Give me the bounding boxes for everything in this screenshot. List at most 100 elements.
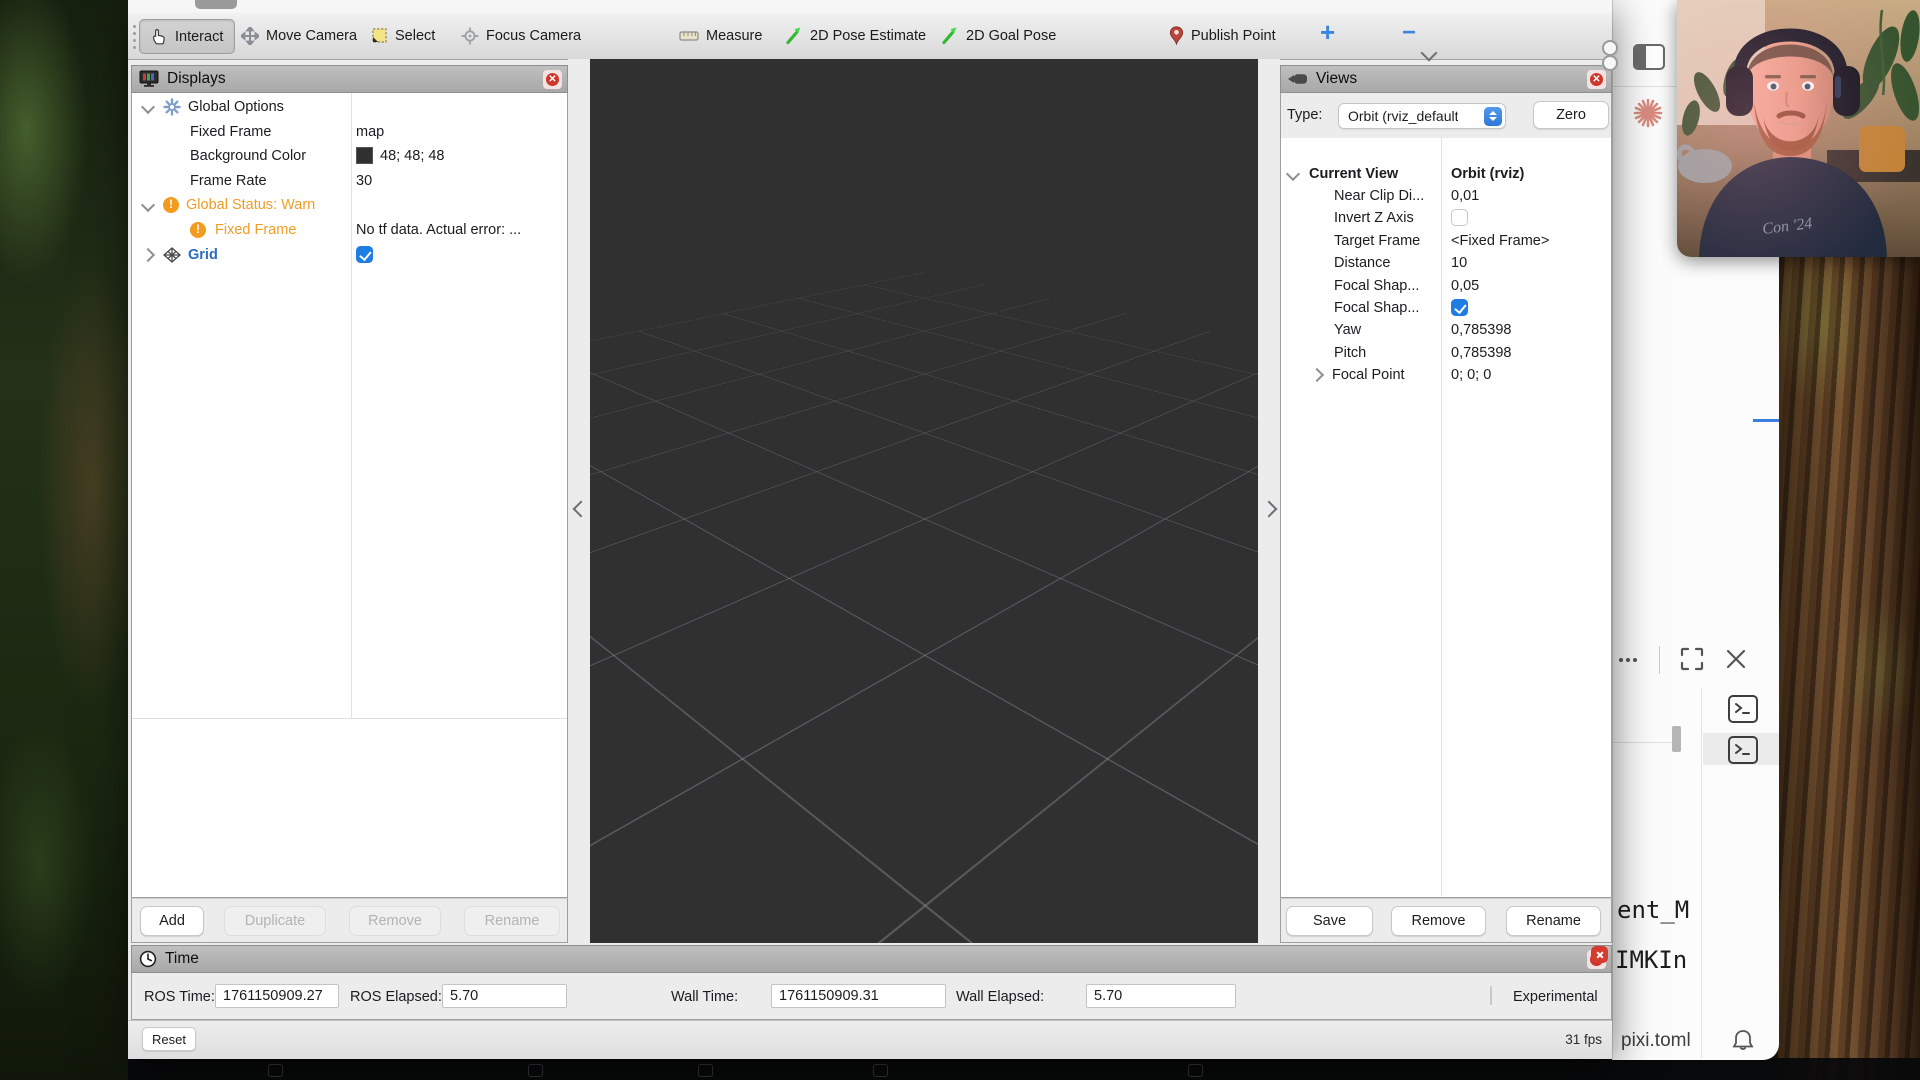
- views-value-focal-shape-size[interactable]: 0,05: [1451, 274, 1479, 297]
- remove-view-button[interactable]: Remove: [1391, 906, 1486, 936]
- window-top-strip: [128, 0, 1612, 14]
- taskbar-icon[interactable]: [268, 1064, 283, 1077]
- displays-close-button[interactable]: ✕: [543, 70, 562, 89]
- views-type-row: Type: Orbit (rviz_default Zero: [1280, 93, 1612, 138]
- terminal-icon[interactable]: [1728, 736, 1758, 764]
- displays-panel-header[interactable]: Displays ✕: [131, 65, 568, 93]
- experimental-checkbox[interactable]: [1490, 986, 1492, 1005]
- views-row-focal-shape-fixed[interactable]: Focal Shap...: [1334, 296, 1419, 319]
- displays-value-frame-rate[interactable]: 30: [356, 169, 372, 192]
- toolbar-overflow-chevron-icon[interactable]: [1421, 45, 1438, 62]
- save-view-button[interactable]: Save: [1286, 906, 1373, 936]
- terminal-icon[interactable]: [1728, 695, 1758, 723]
- views-row-pitch[interactable]: Pitch: [1334, 341, 1366, 364]
- time-panel-header[interactable]: Time ✕: [131, 945, 1612, 973]
- views-row-distance[interactable]: Distance: [1334, 251, 1390, 274]
- views-panel: Current View Orbit (rviz) Near Clip Di..…: [1280, 138, 1612, 898]
- warning-icon: !: [190, 222, 206, 238]
- views-value-yaw[interactable]: 0,785398: [1451, 318, 1511, 341]
- 3d-viewport[interactable]: [590, 59, 1258, 943]
- views-invert-z-checkbox[interactable]: [1451, 206, 1468, 229]
- displays-row-grid[interactable]: Grid: [143, 243, 218, 266]
- taskbar-icon[interactable]: [528, 1064, 543, 1077]
- views-value-distance[interactable]: 10: [1451, 251, 1467, 274]
- rename-view-button[interactable]: Rename: [1506, 906, 1601, 936]
- tool-measure[interactable]: Measure: [668, 19, 773, 52]
- views-row-invert-z[interactable]: Invert Z Axis: [1334, 206, 1414, 229]
- row-value: Orbit (rviz): [1451, 166, 1524, 182]
- views-panel-header[interactable]: Views ✕: [1280, 65, 1612, 93]
- chevron-down-icon[interactable]: [141, 197, 155, 211]
- taskbar-icon[interactable]: [873, 1064, 888, 1077]
- views-row-near-clip[interactable]: Near Clip Di...: [1334, 184, 1424, 207]
- views-focal-shape-checkbox[interactable]: [1451, 296, 1468, 319]
- views-value-target-frame[interactable]: <Fixed Frame>: [1451, 229, 1549, 252]
- collapse-right-icon[interactable]: [1261, 501, 1278, 518]
- checkbox-checked-icon[interactable]: [356, 246, 373, 263]
- views-row-focal-point[interactable]: Focal Point: [1312, 363, 1405, 386]
- taskbar-icon[interactable]: [1188, 1064, 1203, 1077]
- tool-interact[interactable]: Interact: [139, 19, 235, 54]
- toolbar-drag-handle[interactable]: [133, 25, 136, 28]
- ros-elapsed-input[interactable]: 5.70: [442, 984, 567, 1008]
- asterisk-icon[interactable]: [1633, 98, 1663, 128]
- views-row-yaw[interactable]: Yaw: [1334, 318, 1361, 341]
- add-tool-button[interactable]: +: [1320, 17, 1335, 48]
- checkbox-checked-icon[interactable]: [1451, 299, 1468, 316]
- tool-2d-pose-estimate[interactable]: 2D Pose Estimate: [774, 19, 937, 52]
- displays-row-global-options[interactable]: Global Options: [143, 95, 284, 118]
- displays-value-fixed-frame[interactable]: map: [356, 120, 384, 143]
- views-row-focal-shape-size[interactable]: Focal Shap...: [1334, 274, 1419, 297]
- taskbar[interactable]: [128, 1058, 1920, 1080]
- time-panel-title: Time: [165, 950, 199, 968]
- scrollbar-thumb[interactable]: [1672, 726, 1681, 752]
- chevron-right-icon[interactable]: [141, 247, 155, 261]
- more-icon[interactable]: [1619, 658, 1623, 662]
- displays-row-fixed-frame[interactable]: Fixed Frame: [190, 120, 271, 143]
- tool-focus-camera[interactable]: Focus Camera: [450, 19, 592, 52]
- displays-grid-enabled-checkbox[interactable]: [356, 243, 373, 266]
- tool-2d-goal-pose[interactable]: 2D Goal Pose: [930, 19, 1067, 52]
- displays-row-background-color[interactable]: Background Color: [190, 144, 306, 167]
- chevron-down-icon[interactable]: [141, 99, 155, 113]
- views-value-focal-point[interactable]: 0; 0; 0: [1451, 363, 1491, 386]
- reset-button[interactable]: Reset: [142, 1027, 196, 1051]
- chevron-right-icon[interactable]: [1310, 367, 1324, 381]
- displays-row-global-status[interactable]: ! Global Status: Warn: [143, 193, 315, 216]
- rviz-toolbar: Interact Move Camera Select: [128, 13, 1612, 60]
- views-row-current-view[interactable]: Current View: [1288, 162, 1398, 185]
- checkbox-unchecked-icon[interactable]: [1451, 209, 1468, 226]
- wall-elapsed-input[interactable]: 5.70: [1086, 984, 1236, 1008]
- views-close-button[interactable]: ✕: [1587, 70, 1606, 89]
- close-icon[interactable]: [1725, 648, 1747, 670]
- maximize-icon[interactable]: [1679, 646, 1705, 672]
- duplicate-display-button[interactable]: Duplicate: [224, 906, 326, 936]
- collapse-left-icon[interactable]: [573, 501, 590, 518]
- tool-select[interactable]: Select: [360, 19, 446, 52]
- taskbar-icon[interactable]: [698, 1064, 713, 1077]
- gear-icon: [163, 98, 181, 116]
- views-value-near-clip[interactable]: 0,01: [1451, 184, 1479, 207]
- tool-move-camera[interactable]: Move Camera: [230, 19, 368, 52]
- add-display-button[interactable]: Add: [140, 906, 204, 936]
- zero-button[interactable]: Zero: [1533, 101, 1609, 129]
- displays-value-fixed-frame-warning[interactable]: No tf data. Actual error: ...: [356, 218, 521, 241]
- chevron-down-icon[interactable]: [1286, 166, 1300, 180]
- remove-tool-button[interactable]: −: [1402, 19, 1416, 47]
- ros-time-input[interactable]: 1761150909.27: [215, 984, 339, 1008]
- displays-row-fixed-frame-warning[interactable]: ! Fixed Frame: [190, 218, 296, 241]
- ground-grid: [590, 59, 1258, 519]
- tool-label: Select: [395, 28, 435, 44]
- tool-publish-point[interactable]: Publish Point: [1158, 19, 1287, 52]
- remove-display-button[interactable]: Remove: [349, 906, 441, 936]
- views-value-pitch[interactable]: 0,785398: [1451, 341, 1511, 364]
- wall-time-input[interactable]: 1761150909.31: [771, 984, 946, 1008]
- bell-icon[interactable]: [1731, 1028, 1755, 1054]
- view-type-dropdown[interactable]: Orbit (rviz_default: [1338, 103, 1506, 129]
- views-row-target-frame[interactable]: Target Frame: [1334, 229, 1420, 252]
- tool-label: 2D Pose Estimate: [810, 28, 926, 44]
- sidebar-toggle-icon[interactable]: [1633, 44, 1665, 70]
- displays-row-frame-rate[interactable]: Frame Rate: [190, 169, 267, 192]
- displays-value-background-color[interactable]: 48; 48; 48: [356, 144, 445, 167]
- rename-display-button[interactable]: Rename: [464, 906, 560, 936]
